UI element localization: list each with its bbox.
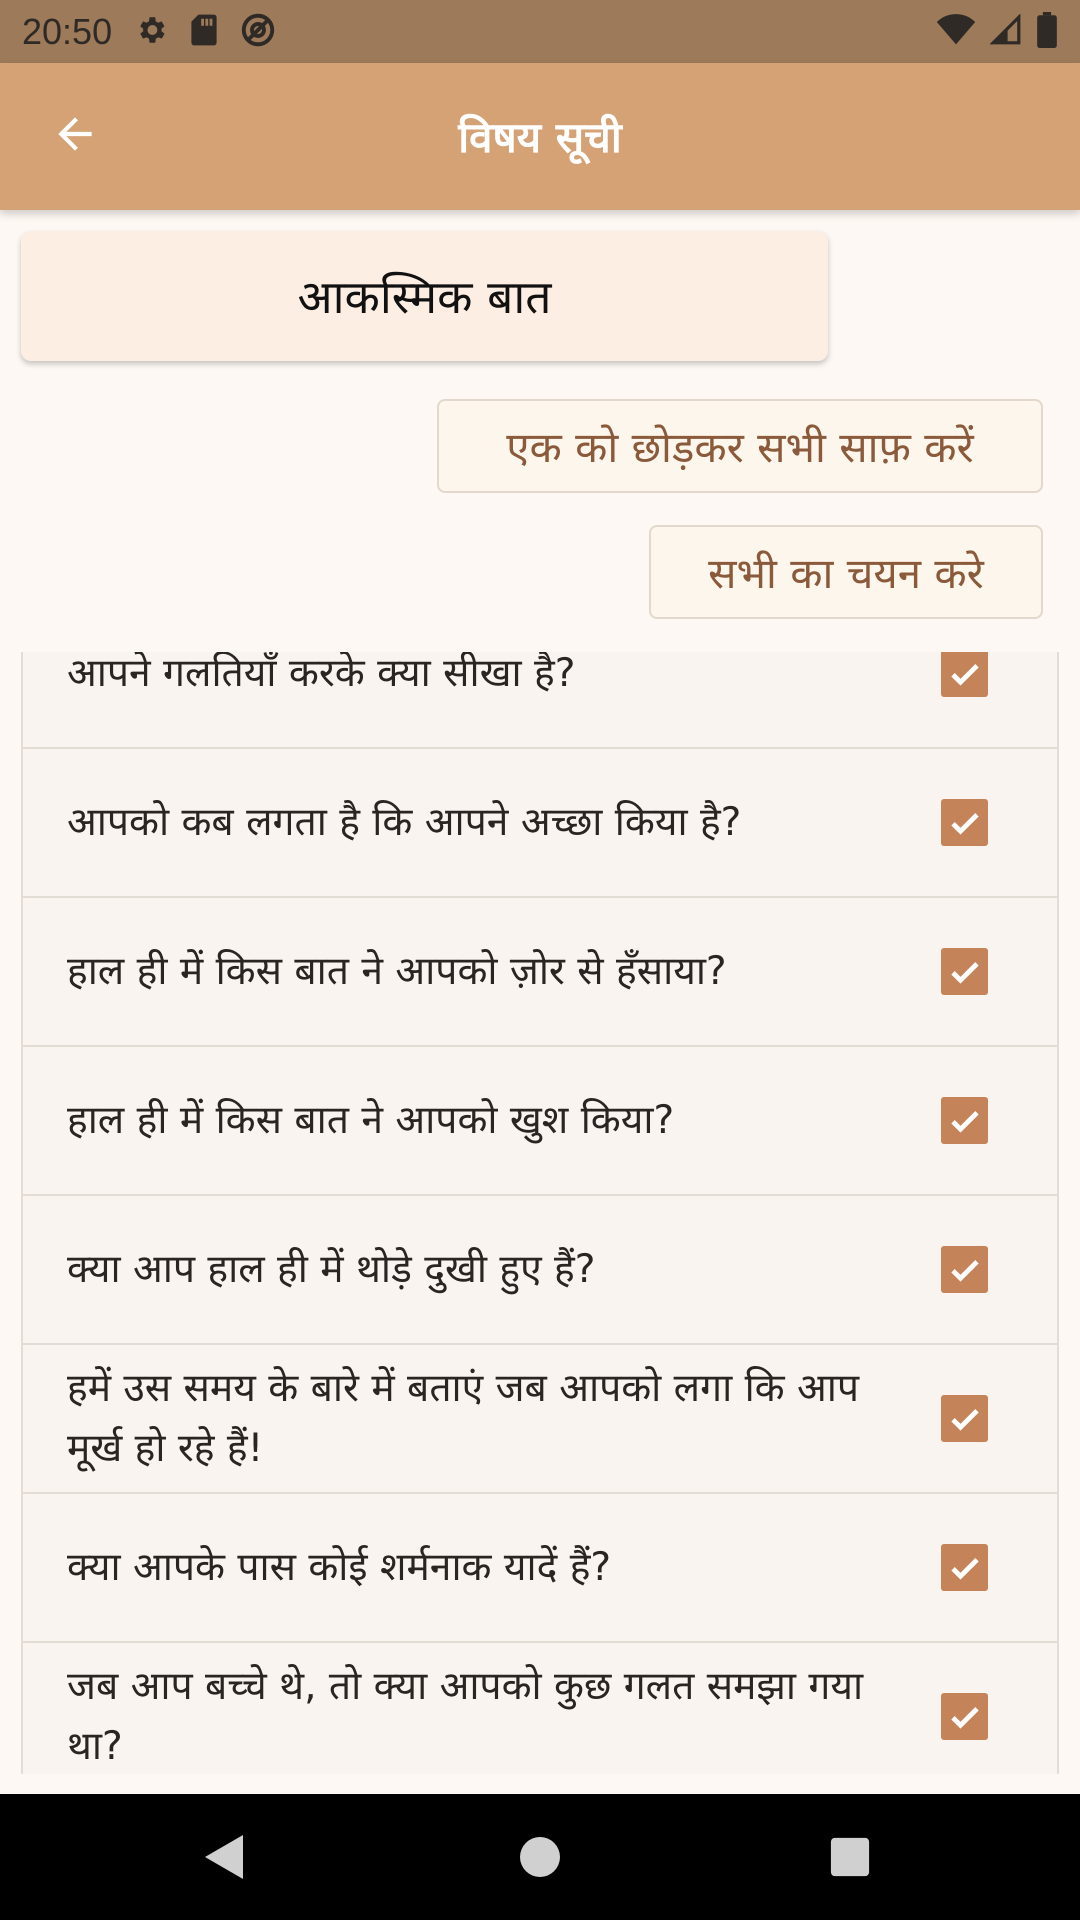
checkmark-icon (950, 812, 979, 835)
wifi-icon (936, 13, 976, 50)
question-checkbox[interactable] (941, 1544, 988, 1591)
checkmark-icon (950, 663, 979, 686)
list-item[interactable]: हाल ही में किस बात ने आपको खुश किया? (23, 1047, 1057, 1196)
clear-all-but-one-button[interactable]: एक को छोड़कर सभी साफ़ करें (437, 399, 1043, 493)
back-button[interactable] (40, 101, 110, 171)
nav-recents-button[interactable] (820, 1829, 880, 1889)
status-left: 20:50 (22, 11, 276, 53)
question-text: क्या आपके पास कोई शर्मनाक यादें हैं? (67, 1544, 612, 1590)
status-bar: 20:50 (0, 0, 1080, 63)
nav-back-button[interactable] (195, 1829, 255, 1889)
sd-card-icon (190, 13, 218, 51)
navigation-bar (0, 1794, 1080, 1920)
at-sign-icon (240, 12, 276, 52)
question-text: हाल ही में किस बात ने आपको ज़ोर से हँसाय… (67, 948, 727, 994)
list-item[interactable]: जब आप बच्चे थे, तो क्या आपको कुछ गलत समझ… (23, 1643, 1057, 1774)
nav-home-button[interactable] (510, 1829, 570, 1889)
question-text: जब आप बच्चे थे, तो क्या आपको कुछ गलत समझ… (67, 1663, 864, 1769)
page-title: विषय सूची (458, 113, 622, 162)
signal-icon (989, 12, 1022, 50)
list-item[interactable]: आपको कब लगता है कि आपने अच्छा किया है? (23, 749, 1057, 898)
status-right (936, 11, 1058, 52)
checkmark-icon (950, 1259, 979, 1282)
question-checkbox[interactable] (941, 1693, 988, 1740)
list-item[interactable]: क्या आपके पास कोई शर्मनाक यादें हैं? (23, 1494, 1057, 1643)
gear-icon (134, 13, 168, 51)
category-card[interactable]: आकस्मिक बात (21, 231, 828, 361)
arrow-left-icon (50, 109, 100, 163)
battery-icon (1036, 11, 1058, 52)
question-checkbox[interactable] (941, 1097, 988, 1144)
checkmark-icon (950, 1706, 979, 1729)
checkmark-icon (950, 1110, 979, 1133)
question-text: आपने गलतियाँ करके क्या सीखा है? (67, 652, 576, 696)
question-text: आपको कब लगता है कि आपने अच्छा किया है? (67, 799, 742, 845)
question-text: हाल ही में किस बात ने आपको खुश किया? (67, 1097, 675, 1143)
list-item[interactable]: आपने गलतियाँ करके क्या सीखा है? (23, 652, 1057, 749)
recents-square-icon (829, 1836, 871, 1882)
select-all-button[interactable]: सभी का चयन करे (649, 525, 1043, 619)
question-list[interactable]: आपने गलतियाँ करके क्या सीखा है? आपको कब ल… (21, 652, 1059, 1774)
question-text: क्या आप हाल ही में थोड़े दुखी हुए हैं? (67, 1246, 596, 1292)
home-circle-icon (518, 1835, 562, 1883)
question-text: हमें उस समय के बारे में बताएं जब आपको लग… (67, 1365, 860, 1471)
question-checkbox[interactable] (941, 799, 988, 846)
list-item[interactable]: हमें उस समय के बारे में बताएं जब आपको लग… (23, 1345, 1057, 1494)
list-item[interactable]: हाल ही में किस बात ने आपको ज़ोर से हँसाय… (23, 898, 1057, 1047)
checkmark-icon (950, 1408, 979, 1431)
back-triangle-icon (203, 1833, 247, 1885)
question-checkbox[interactable] (941, 948, 988, 995)
question-checkbox[interactable] (941, 652, 988, 697)
app-bar: विषय सूची (0, 63, 1080, 210)
list-item[interactable]: क्या आप हाल ही में थोड़े दुखी हुए हैं? (23, 1196, 1057, 1345)
question-list-inner: आपने गलतियाँ करके क्या सीखा है? आपको कब ल… (23, 652, 1057, 1774)
question-checkbox[interactable] (941, 1246, 988, 1293)
status-time: 20:50 (22, 10, 113, 52)
question-checkbox[interactable] (941, 1395, 988, 1442)
checkmark-icon (950, 1557, 979, 1580)
checkmark-icon (950, 961, 979, 984)
